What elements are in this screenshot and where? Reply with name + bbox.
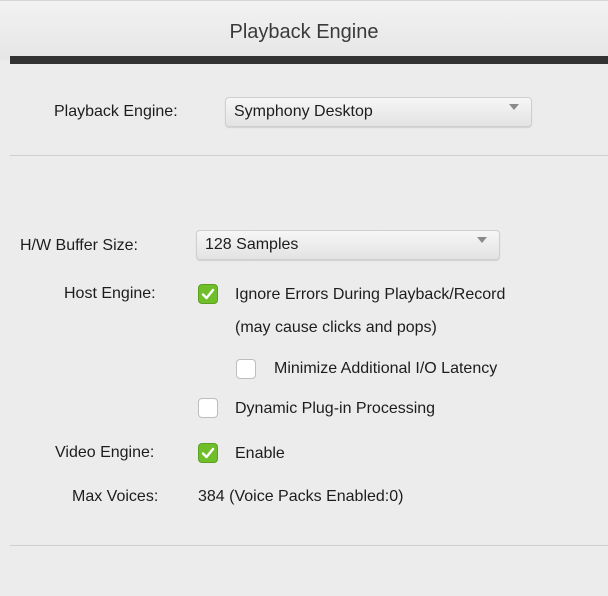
max-voices-value: 384 (Voice Packs Enabled:0) xyxy=(198,488,404,505)
chevron-down-icon xyxy=(477,237,487,243)
title-bar: Playback Engine xyxy=(0,0,608,60)
ignore-errors-checkbox[interactable] xyxy=(198,284,218,304)
buffer-size-value: 128 Samples xyxy=(205,236,299,253)
buffer-size-label: H/W Buffer Size: xyxy=(20,237,138,254)
video-enable-label: Enable xyxy=(235,445,285,462)
minimize-latency-checkbox[interactable] xyxy=(236,359,256,379)
playback-engine-select[interactable]: Symphony Desktop xyxy=(225,97,532,127)
checkmark-icon xyxy=(201,447,215,459)
video-enable-checkbox[interactable] xyxy=(198,443,218,463)
dynamic-plugin-checkbox[interactable] xyxy=(198,398,218,418)
checkmark-icon xyxy=(201,288,215,300)
host-engine-label: Host Engine: xyxy=(64,285,156,302)
playback-engine-label: Playback Engine: xyxy=(54,103,178,120)
bottom-divider xyxy=(10,545,608,546)
playback-engine-window: Playback Engine Playback Engine: Symphon… xyxy=(0,0,608,596)
ignore-errors-label: Ignore Errors During Playback/Record xyxy=(235,286,506,303)
dynamic-plugin-label: Dynamic Plug-in Processing xyxy=(235,400,436,417)
video-engine-label: Video Engine: xyxy=(55,444,155,461)
buffer-size-select[interactable]: 128 Samples xyxy=(196,230,500,260)
max-voices-label: Max Voices: xyxy=(72,488,159,505)
title-divider-bar xyxy=(10,56,608,64)
chevron-down-icon xyxy=(509,104,519,110)
minimize-latency-label: Minimize Additional I/O Latency xyxy=(274,360,498,377)
section-divider xyxy=(10,155,608,156)
playback-engine-value: Symphony Desktop xyxy=(234,103,373,120)
window-title: Playback Engine xyxy=(229,21,379,43)
ignore-errors-note: (may cause clicks and pops) xyxy=(235,319,437,336)
